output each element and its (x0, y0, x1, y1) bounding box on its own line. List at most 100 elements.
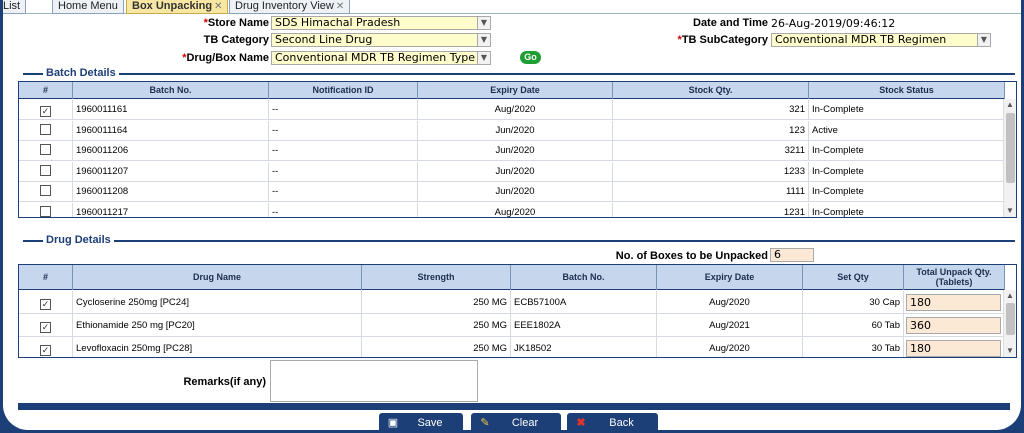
expiry-date: Jun/2020 (418, 120, 613, 140)
expiry-date: Jun/2020 (418, 182, 613, 202)
col-header[interactable]: Notification ID (269, 82, 418, 99)
col-header[interactable]: Stock Status (809, 82, 1005, 99)
boxes-input[interactable]: 6 (770, 248, 814, 262)
col-header[interactable]: Stock Qty. (613, 82, 809, 99)
total-unpack-input[interactable]: 180 (906, 340, 1001, 357)
expiry-date: Jun/2020 (418, 161, 613, 181)
expiry-date: Aug/2020 (418, 100, 613, 119)
drug-box-label: *Drug/Box Name (182, 52, 269, 64)
batch-no: 1960011164 (73, 120, 269, 140)
go-label: Go (524, 52, 537, 62)
tb-category-select[interactable]: Second Line Drug ▼ (271, 33, 491, 47)
table-row[interactable]: 1960011206 -- Jun/2020 3211 In-Complete (19, 141, 1005, 162)
batch-no: 1960011208 (73, 182, 269, 202)
table-row[interactable]: 1960011217 -- Aug/2020 1231 In-Complete (19, 203, 1005, 217)
expiry-date: Aug/2020 (418, 203, 613, 217)
drug-box-select[interactable]: Conventional MDR TB Regimen Type A ▼ (271, 51, 491, 65)
tb-category-value: Second Line Drug (275, 33, 373, 46)
row-checkbox-cell (19, 182, 73, 202)
chevron-up-icon[interactable]: ▲ (1004, 99, 1016, 111)
row-checkbox-cell (19, 203, 73, 217)
col-header[interactable]: Batch No. (73, 82, 269, 99)
close-icon[interactable]: ✕ (336, 1, 344, 12)
total-unpack-cell: 360 (904, 314, 1005, 336)
store-name-select[interactable]: SDS Himachal Pradesh ▼ (271, 16, 491, 30)
stock-status: In-Complete (809, 161, 1005, 181)
row-checkbox[interactable] (40, 185, 51, 197)
scroll-thumb[interactable] (1006, 303, 1015, 335)
col-header[interactable]: Set Qty (803, 265, 904, 290)
expiry-date: Jun/2020 (418, 141, 613, 161)
tab-home-menu[interactable]: Home Menu (52, 0, 124, 14)
row-checkbox-cell (19, 161, 73, 181)
row-checkbox[interactable] (40, 206, 51, 217)
row-checkbox[interactable]: ✓ (40, 345, 51, 356)
drug-scrollbar[interactable]: ▲ ▼ (1003, 290, 1016, 357)
table-row[interactable]: ✓ 1960011161 -- Aug/2020 321 In-Complete (19, 100, 1005, 120)
total-unpack-cell: 180 (904, 337, 1005, 357)
drug-name: Levofloxacin 250mg [PC28] (73, 337, 362, 357)
drug-name: Ethionamide 250 mg [PC20] (73, 314, 362, 336)
remarks-textarea[interactable] (270, 360, 478, 402)
app-frame: List Home Menu Box Unpacking ✕ Drug Inven… (0, 0, 1024, 433)
col-header[interactable]: Drug Name (73, 265, 362, 290)
batch-grid-header: # Batch No. Notification ID Expiry Date … (19, 82, 1005, 99)
col-header[interactable]: Batch No. (511, 265, 657, 290)
back-button[interactable]: ✖ Back (567, 413, 658, 430)
row-checkbox[interactable]: ✓ (40, 106, 51, 117)
table-row[interactable]: 1960011207 -- Jun/2020 1233 In-Complete (19, 161, 1005, 182)
chevron-up-icon[interactable]: ▲ (1004, 290, 1016, 302)
batch-no: JK18502 (511, 337, 657, 357)
table-row[interactable]: ✓ Ethionamide 250 mg [PC20] 250 MG EEE1802A… (19, 314, 1005, 337)
store-name-value: SDS Himachal Pradesh (275, 16, 401, 29)
tab-list[interactable]: List (3, 0, 27, 14)
date-time-value: 26-Aug-2019/09:46:12 (771, 17, 896, 30)
row-checkbox-cell: ✓ (19, 337, 73, 357)
tab-box-unpacking[interactable]: Box Unpacking ✕ (126, 0, 229, 14)
total-unpack-input[interactable]: 360 (906, 317, 1001, 334)
clear-button[interactable]: ✎ Clear (471, 413, 561, 430)
row-checkbox[interactable] (40, 123, 51, 135)
save-button[interactable]: ▣ Save (379, 413, 463, 430)
col-header[interactable]: Expiry Date (418, 82, 613, 99)
broom-icon: ✎ (480, 417, 490, 429)
table-row[interactable]: 1960011208 -- Jun/2020 1111 In-Complete (19, 182, 1005, 203)
drug-grid: # Drug Name Strength Batch No. Expiry Da… (18, 264, 1017, 358)
close-icon[interactable]: ✕ (214, 1, 222, 12)
expiry-date: Aug/2020 (657, 291, 803, 313)
col-header[interactable]: Expiry Date (657, 265, 803, 290)
table-row[interactable]: ✓ Levofloxacin 250mg [PC28] 250 MG JK18502 A… (19, 337, 1005, 357)
row-checkbox[interactable] (40, 144, 51, 156)
batch-scrollbar[interactable]: ▲ ▼ (1003, 99, 1016, 217)
strength: 250 MG (362, 337, 511, 357)
tab-drug-inventory-view[interactable]: Drug Inventory View ✕ (229, 0, 351, 14)
tab-bar: List Home Menu Box Unpacking ✕ Drug Inven… (3, 0, 1021, 14)
store-name-label: *Store Name (203, 17, 269, 29)
row-checkbox-cell (19, 120, 73, 140)
table-row[interactable]: 1960011164 -- Jun/2020 123 Active (19, 120, 1005, 141)
notification-id: -- (269, 182, 418, 202)
total-unpack-input[interactable]: 180 (906, 294, 1001, 311)
expiry-date: Aug/2020 (657, 337, 803, 357)
chevron-down-icon: ▼ (477, 17, 490, 29)
row-checkbox[interactable] (40, 164, 51, 176)
col-header[interactable]: Total Unpack Qty.(Tablets) (904, 265, 1005, 290)
row-checkbox[interactable]: ✓ (40, 322, 51, 333)
tb-subcategory-select[interactable]: Conventional MDR TB Regimen ▼ (771, 33, 991, 47)
batch-no: EEE1802A (511, 314, 657, 336)
stock-status: In-Complete (809, 141, 1005, 161)
stock-qty: 123 (613, 120, 809, 140)
remarks-label: Remarks(if any) (183, 376, 266, 388)
scroll-thumb[interactable] (1006, 113, 1015, 183)
go-button[interactable]: Go (520, 51, 541, 64)
row-checkbox[interactable]: ✓ (40, 299, 51, 310)
table-row[interactable]: ✓ Cycloserine 250mg [PC24] 250 MG ECB57100A… (19, 291, 1005, 314)
col-header[interactable]: Strength (362, 265, 511, 290)
chevron-down-icon[interactable]: ▼ (1004, 205, 1016, 217)
batch-no: 1960011206 (73, 141, 269, 161)
drug-section-title: Drug Details (43, 234, 114, 246)
stock-status: Active (809, 120, 1005, 140)
chevron-down-icon[interactable]: ▼ (1004, 345, 1016, 357)
drug-box-value: Conventional MDR TB Regimen Type A (275, 51, 487, 64)
drug-name: Cycloserine 250mg [PC24] (73, 291, 362, 313)
